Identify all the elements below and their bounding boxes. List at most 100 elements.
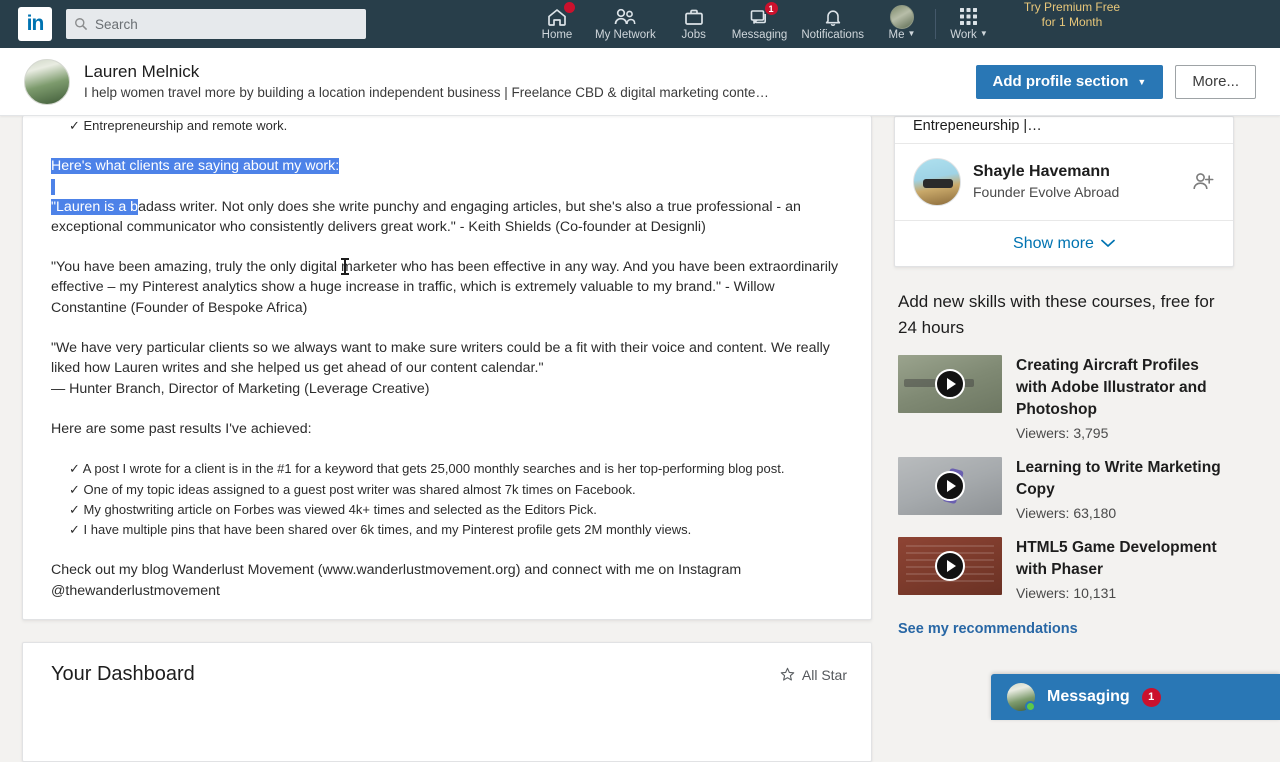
course-info: HTML5 Game Development with Phaser Viewe…: [1016, 537, 1228, 603]
testimonial-keith-shields: "Lauren is a badass writer. Not only doe…: [51, 197, 851, 238]
nav-item-notifications[interactable]: Notifications: [794, 0, 871, 48]
message-icon: 1: [749, 6, 771, 27]
nav-item-work[interactable]: Work▼: [938, 0, 1000, 48]
nav-divider: [935, 9, 936, 39]
about-text: ✓ Entrepreneurship and remote work. Here…: [51, 116, 851, 601]
add-profile-section-button[interactable]: Add profile section ▼: [976, 65, 1164, 99]
all-star-status: All Star: [780, 667, 847, 683]
play-icon[interactable]: [935, 369, 965, 399]
course-info: Creating Aircraft Profiles with Adobe Il…: [1016, 355, 1228, 443]
chevron-down-icon: ▼: [1137, 77, 1146, 87]
course-item[interactable]: Creating Aircraft Profiles with Adobe Il…: [898, 355, 1228, 443]
chevron-down-icon: [1101, 239, 1115, 248]
selection-blank-line: [51, 179, 55, 195]
course-item[interactable]: Learning to Write Marketing Copy Viewers…: [898, 457, 1228, 523]
text-cursor: [344, 258, 346, 275]
add-profile-section-label: Add profile section: [993, 73, 1129, 90]
chevron-down-icon: ▼: [980, 30, 988, 38]
courses-title: Add new skills with these courses, free …: [898, 289, 1228, 341]
profile-headline: I help women travel more by building a l…: [84, 83, 884, 102]
premium-line-2: for 1 Month: [1012, 15, 1132, 30]
about-closing-paragraph: Check out my blog Wanderlust Movement (w…: [51, 560, 851, 601]
avatar: [1007, 683, 1035, 711]
show-more-label: Show more: [1013, 235, 1094, 253]
testimonial-hunter-branch-line2: — Hunter Branch, Director of Marketing (…: [51, 379, 851, 399]
course-title: HTML5 Game Development with Phaser: [1016, 537, 1228, 581]
dashboard-title: Your Dashboard: [51, 663, 195, 686]
person-info: Shayle Havemann Founder Evolve Abroad: [973, 162, 1191, 202]
premium-line-1: Try Premium Free: [1012, 0, 1132, 15]
dashboard-header: Your Dashboard All Star: [51, 663, 847, 686]
page-content: ✓ Entrepreneurship and remote work. Here…: [0, 116, 1280, 720]
nav-label-home: Home: [542, 30, 573, 42]
result-item-4: ✓ I have multiple pins that have been sh…: [51, 520, 851, 540]
chevron-down-icon: ▼: [908, 30, 916, 38]
selected-quote-fragment: "Lauren is a b: [51, 199, 138, 215]
nav-item-my-network[interactable]: My Network: [588, 0, 663, 48]
nav-label-my-network: My Network: [595, 30, 656, 42]
nav-label-messaging: Messaging: [732, 30, 788, 42]
profile-actions: Add profile section ▼ More...: [976, 65, 1256, 99]
nav-items: Home My Network Jobs: [526, 0, 1132, 48]
nav-label-me: Me: [889, 29, 905, 41]
result-item-2: ✓ One of my topic ideas assigned to a gu…: [51, 480, 851, 500]
list-item[interactable]: Shayle Havemann Founder Evolve Abroad: [895, 143, 1233, 220]
nav-label-work: Work: [950, 29, 977, 41]
all-star-label: All Star: [802, 667, 847, 683]
linkedin-logo[interactable]: in: [18, 7, 52, 41]
home-icon: [546, 6, 568, 27]
course-info: Learning to Write Marketing Copy Viewers…: [1016, 457, 1228, 523]
search-input[interactable]: Search: [66, 9, 366, 39]
nav-item-jobs[interactable]: Jobs: [663, 0, 725, 48]
play-icon[interactable]: [935, 551, 965, 581]
nav-item-messaging[interactable]: 1 Messaging: [725, 0, 795, 48]
briefcase-icon: [683, 6, 705, 27]
messaging-dock-label: Messaging: [1047, 688, 1130, 706]
person-name: Shayle Havemann: [973, 162, 1191, 182]
person-subtitle: Founder Evolve Abroad: [973, 183, 1191, 202]
nav-label-notifications: Notifications: [801, 30, 864, 42]
course-viewers: Viewers: 63,180: [1016, 503, 1228, 523]
clients-heading: Here's what clients are saying about my …: [51, 156, 851, 176]
messaging-badge: 1: [764, 1, 779, 16]
result-item-1: ✓ A post I wrote for a client is in the …: [51, 459, 851, 479]
search-icon: [74, 17, 88, 31]
profile-identity: Lauren Melnick I help women travel more …: [84, 61, 976, 102]
avatar: [913, 158, 961, 206]
nav-label-jobs: Jobs: [682, 30, 706, 42]
selected-heading-text: Here's what clients are saying about my …: [51, 158, 339, 174]
show-more-button[interactable]: Show more: [895, 220, 1233, 266]
home-badge: [563, 1, 576, 14]
global-navigation-bar: in Search Home: [0, 0, 1280, 48]
see-recommendations-link[interactable]: See my recommendations: [898, 621, 1228, 637]
partial-entry-text: Entrepeneurship |…: [913, 117, 1215, 135]
course-viewers: Viewers: 3,795: [1016, 423, 1228, 443]
messaging-dock[interactable]: Messaging 1: [991, 674, 1280, 720]
nav-item-home[interactable]: Home: [526, 0, 588, 48]
page-title: Lauren Melnick: [84, 61, 976, 82]
results-heading: Here are some past results I've achieved…: [51, 419, 851, 439]
course-title: Creating Aircraft Profiles with Adobe Il…: [1016, 355, 1228, 421]
dashboard-card: Your Dashboard All Star: [22, 642, 872, 762]
grid-icon: [959, 6, 978, 27]
nav-item-me[interactable]: Me▼: [871, 0, 933, 48]
main-column: ✓ Entrepreneurship and remote work. Here…: [22, 116, 872, 762]
course-title: Learning to Write Marketing Copy: [1016, 457, 1228, 501]
messaging-dock-badge: 1: [1142, 688, 1161, 707]
profile-avatar[interactable]: [24, 59, 70, 105]
play-icon[interactable]: [935, 471, 965, 501]
result-item-3: ✓ My ghostwriting article on Forbes was …: [51, 500, 851, 520]
try-premium-link[interactable]: Try Premium Free for 1 Month: [1012, 0, 1132, 30]
course-thumbnail: [898, 537, 1002, 595]
course-item[interactable]: HTML5 Game Development with Phaser Viewe…: [898, 537, 1228, 603]
list-item-partial[interactable]: Entrepeneurship |…: [895, 117, 1233, 143]
testimonial-willow-constantine: "You have been amazing, truly the only d…: [51, 257, 851, 318]
course-thumbnail: [898, 457, 1002, 515]
profile-sticky-header: Lauren Melnick I help women travel more …: [0, 48, 1280, 116]
about-section-card: ✓ Entrepreneurship and remote work. Here…: [22, 116, 872, 620]
people-also-viewed-card: Entrepeneurship |… Shayle Havemann Found…: [894, 116, 1234, 267]
course-thumbnail: [898, 355, 1002, 413]
testimonial-hunter-branch-line1: "We have very particular clients so we a…: [51, 338, 851, 379]
more-button[interactable]: More...: [1175, 65, 1256, 99]
add-person-icon[interactable]: [1191, 170, 1215, 194]
